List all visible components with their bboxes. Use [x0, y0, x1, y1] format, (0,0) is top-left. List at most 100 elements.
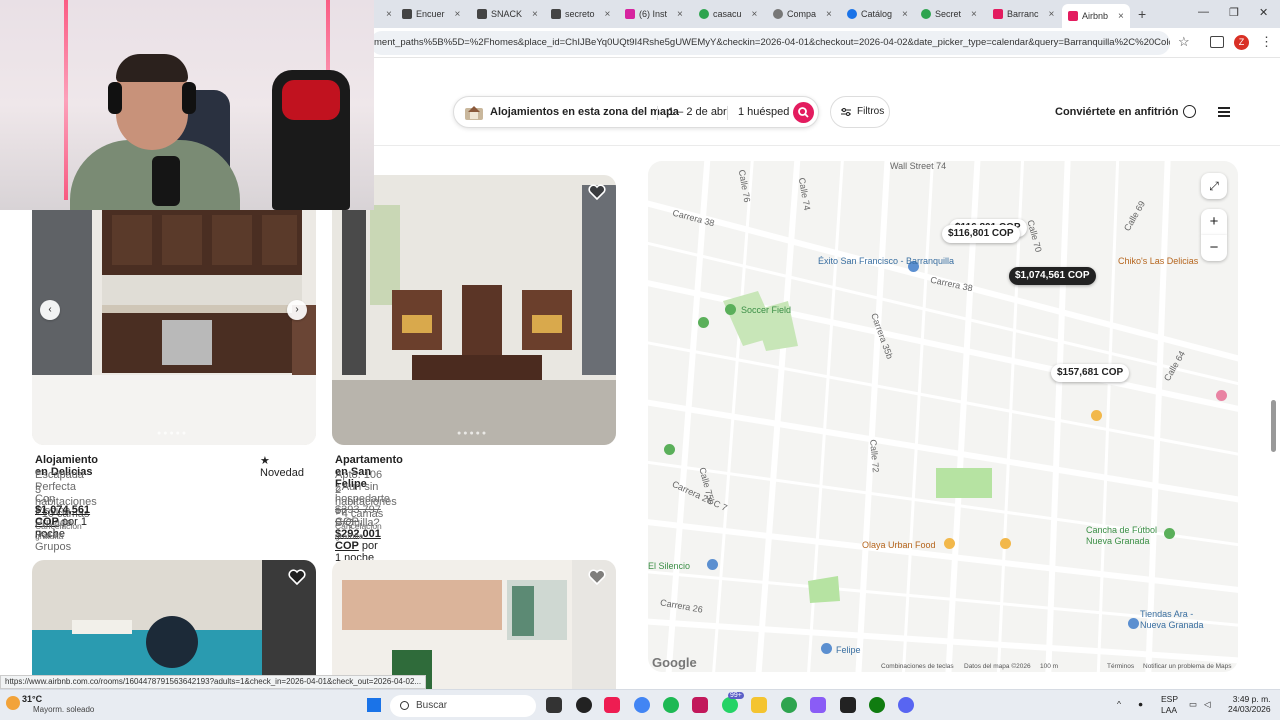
- listing-photo[interactable]: [332, 175, 616, 445]
- app-icon[interactable]: [810, 697, 826, 713]
- microphone-icon[interactable]: ●: [1138, 699, 1143, 709]
- listing-photo[interactable]: [332, 560, 616, 690]
- tab-6[interactable]: Compa ×: [773, 4, 832, 24]
- listing-photo[interactable]: [32, 175, 316, 445]
- airbnb-icon: [993, 9, 1003, 19]
- zoom-out-button[interactable]: −: [1201, 235, 1227, 261]
- weather-desc[interactable]: Mayorm. soleado: [33, 705, 94, 714]
- heart-icon[interactable]: [588, 569, 606, 585]
- tiktok-icon[interactable]: [604, 697, 620, 713]
- search-button[interactable]: [793, 102, 814, 123]
- poi-exito[interactable]: Éxito San Francisco - Barranquilla: [818, 256, 954, 266]
- reading-list-icon[interactable]: [1210, 36, 1224, 48]
- filter-icon: [841, 108, 851, 116]
- file-explorer-icon[interactable]: [751, 697, 767, 713]
- food-pin-icon[interactable]: [944, 538, 955, 549]
- browser-menu-icon[interactable]: ⋮: [1260, 34, 1273, 50]
- spotify-icon[interactable]: [663, 697, 679, 713]
- app-icon[interactable]: [781, 697, 797, 713]
- food-pin-icon[interactable]: [1091, 410, 1102, 421]
- map-expand-button[interactable]: ⤢: [1201, 173, 1227, 199]
- shop-pin-icon[interactable]: [821, 643, 832, 654]
- tab-1[interactable]: Encuer ×: [402, 4, 460, 24]
- photo-dots: ●●●●●: [457, 430, 489, 437]
- close-window-button[interactable]: ✕: [1259, 6, 1268, 19]
- park-pin-icon[interactable]: [725, 304, 736, 315]
- search-guests[interactable]: 1 huésped: [738, 106, 789, 118]
- keyboard-layout[interactable]: LAA: [1161, 705, 1177, 715]
- webcam-overlay: [0, 0, 374, 210]
- listing-photo[interactable]: [32, 560, 316, 690]
- poi-cancha[interactable]: Cancha de Fútbol Nueva Granada: [1086, 525, 1176, 547]
- text-app-icon[interactable]: [692, 697, 708, 713]
- next-photo-button[interactable]: ›: [287, 300, 307, 320]
- listing-cancellation: Cancelación gratuita: [335, 521, 382, 541]
- prev-photo-button[interactable]: ‹: [40, 300, 60, 320]
- maximize-button[interactable]: ❐: [1229, 6, 1239, 19]
- park-pin-icon[interactable]: [698, 317, 709, 328]
- poi-chikos[interactable]: Chiko's Las Delicias: [1118, 256, 1198, 266]
- minimize-button[interactable]: —: [1198, 6, 1209, 18]
- poi-soccer-field[interactable]: Soccer Field: [741, 305, 791, 315]
- tray-chevron-icon[interactable]: ^: [1117, 699, 1121, 709]
- discord-icon[interactable]: [898, 697, 914, 713]
- tab-close-prev[interactable]: ×: [380, 4, 392, 24]
- app-icon[interactable]: [576, 697, 592, 713]
- map-price-pin[interactable]: $157,681 COP: [1051, 364, 1130, 382]
- map[interactable]: Wall Street 74 Carrera 38 Carrera 38 Cal…: [648, 161, 1238, 672]
- tab-3[interactable]: secreto ×: [551, 4, 610, 24]
- tab-7[interactable]: Catálog ×: [847, 4, 908, 24]
- heart-icon[interactable]: [288, 569, 306, 585]
- heart-icon[interactable]: [588, 184, 606, 200]
- poi-felipe[interactable]: Felipe: [836, 645, 861, 655]
- tab-5[interactable]: casacu ×: [699, 4, 757, 24]
- url-field[interactable]: ment_paths%5B%5D=%2Fhomes&place_id=ChIJB…: [370, 31, 1170, 55]
- search-dates[interactable]: 1 – 2 de abr: [668, 106, 727, 118]
- speaker-icon[interactable]: ◁: [1204, 699, 1211, 710]
- poi-olaya[interactable]: Olaya Urban Food: [862, 540, 936, 550]
- profile-avatar[interactable]: Z: [1234, 35, 1249, 50]
- wifi-icon[interactable]: ▭: [1189, 699, 1197, 710]
- search-location[interactable]: Alojamientos en esta zona del mapa: [490, 106, 679, 118]
- weather-temp[interactable]: 31°C: [22, 694, 42, 704]
- park-pin-icon[interactable]: [664, 444, 675, 455]
- clock[interactable]: 3:49 p. m. 24/03/2026: [1228, 694, 1271, 714]
- tab-4[interactable]: (6) Inst ×: [625, 4, 683, 24]
- shop-pin-icon[interactable]: [707, 559, 718, 570]
- poi-tiendas-ara[interactable]: Tiendas Ara - Nueva Granada: [1126, 609, 1206, 631]
- hospital-pin-icon[interactable]: [1216, 390, 1227, 401]
- weather-sun-icon[interactable]: [6, 696, 20, 710]
- listing-rating: ★ Novedad: [260, 455, 305, 479]
- new-tab-button[interactable]: +: [1138, 6, 1146, 22]
- tab-8[interactable]: Secret ×: [921, 4, 977, 24]
- map-terms-link[interactable]: Términos: [1107, 663, 1134, 670]
- tab-active-airbnb[interactable]: Airbnb ×: [1062, 4, 1130, 28]
- food-pin-icon[interactable]: [1000, 538, 1011, 549]
- xbox-icon[interactable]: [869, 697, 885, 713]
- tab-2[interactable]: SNACK ×: [477, 4, 538, 24]
- search-bar[interactable]: Alojamientos en esta zona del mapa 1 – 2…: [453, 96, 819, 128]
- tab-9[interactable]: Barranc ×: [993, 4, 1054, 24]
- map-keyboard-shortcuts[interactable]: Combinaciones de teclas: [881, 663, 954, 670]
- whatsapp-icon[interactable]: [722, 697, 738, 713]
- chrome-icon[interactable]: [634, 697, 650, 713]
- poi-silencio[interactable]: El Silencio: [648, 561, 690, 571]
- map-price-pin[interactable]: $116,801 COP: [942, 225, 1020, 243]
- search-icon: [798, 107, 809, 118]
- zoom-in-button[interactable]: +: [1201, 209, 1227, 235]
- keyboard-language[interactable]: ESP: [1161, 694, 1178, 704]
- globe-icon[interactable]: [1183, 105, 1196, 118]
- capcut-icon[interactable]: [840, 697, 856, 713]
- map-report-link[interactable]: Notificar un problema de Maps: [1143, 663, 1232, 670]
- taskbar-search[interactable]: Buscar: [390, 695, 536, 717]
- map-price-pin-selected[interactable]: $1,074,561 COP: [1009, 267, 1096, 285]
- become-host-link[interactable]: Conviértete en anfitrión: [1055, 106, 1178, 118]
- page-scrollbar[interactable]: [1271, 400, 1276, 452]
- task-view-icon[interactable]: [546, 697, 562, 713]
- map-data-credit: Datos del mapa ©2026: [964, 663, 1031, 670]
- bookmark-star-icon[interactable]: ☆: [1178, 34, 1190, 50]
- windows-start-icon[interactable]: [367, 698, 381, 712]
- headset: [182, 82, 196, 114]
- hamburger-menu-icon[interactable]: [1218, 107, 1230, 117]
- filters-button[interactable]: Filtros: [830, 96, 890, 128]
